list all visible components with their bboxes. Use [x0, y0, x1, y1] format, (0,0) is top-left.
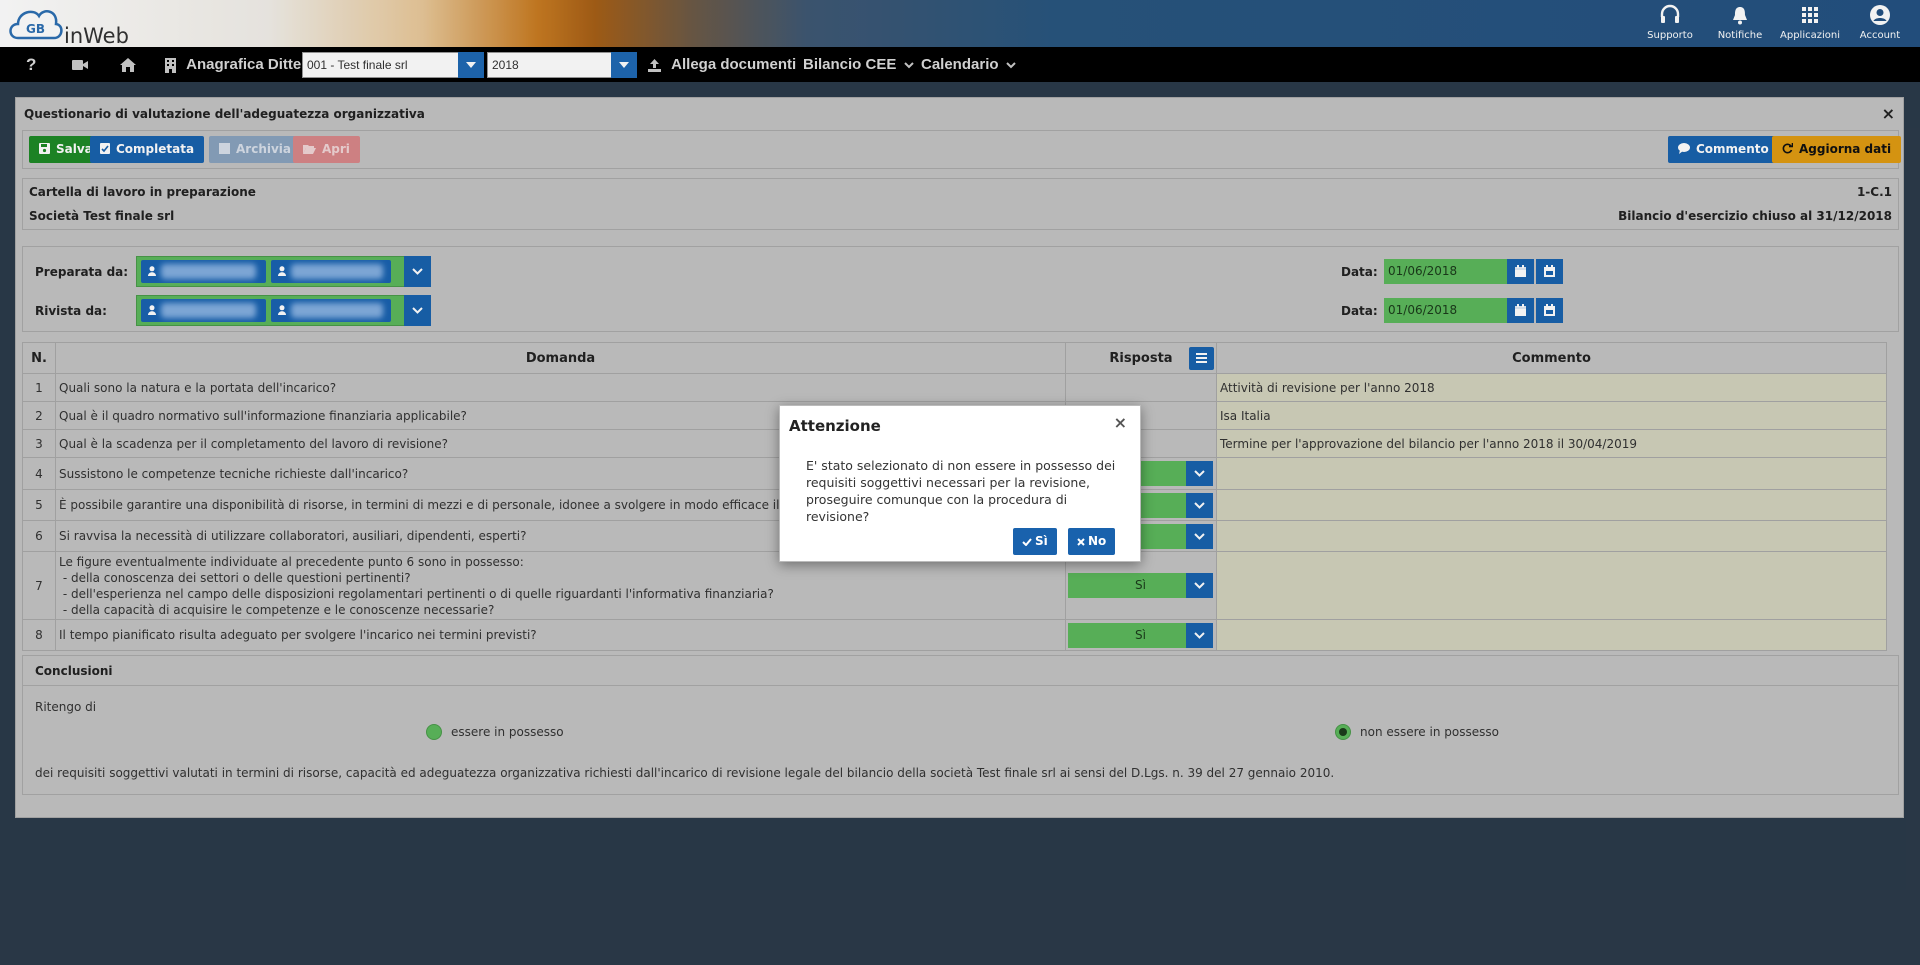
check-icon: [1022, 538, 1032, 547]
dialog-title: Attenzione: [789, 417, 881, 435]
x-icon: [1077, 538, 1085, 546]
dialog-message: E' stato selezionato di non essere in po…: [806, 458, 1116, 524]
confirm-yes-label: Sì: [1035, 534, 1048, 548]
dialog-close-button[interactable]: ×: [1114, 413, 1127, 432]
confirm-no-label: No: [1088, 534, 1107, 548]
confirm-no-button[interactable]: No: [1068, 528, 1116, 555]
confirm-dialog: Attenzione × E' stato selezionato di non…: [779, 405, 1141, 562]
confirm-yes-button[interactable]: Sì: [1013, 528, 1057, 555]
